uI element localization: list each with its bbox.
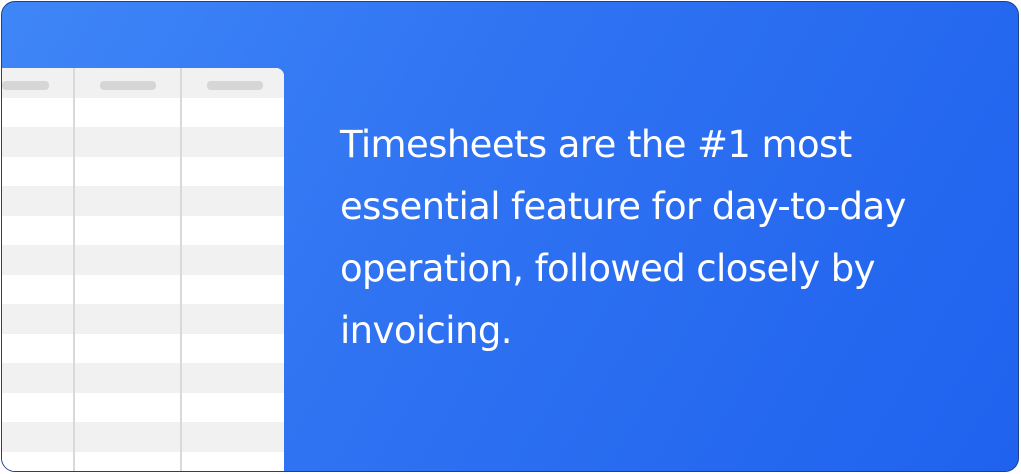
sheet-column-divider <box>73 68 75 471</box>
sheet-row <box>2 156 284 186</box>
sheet-row <box>2 97 284 127</box>
sheet-row <box>2 186 284 216</box>
sheet-column-divider <box>180 68 182 471</box>
stat-quote: Timesheets are the #1 most essential fea… <box>340 123 906 352</box>
sheet-row <box>2 304 284 334</box>
sheet-row <box>2 215 284 245</box>
sheet-row <box>2 363 284 393</box>
sheet-header-placeholder <box>207 81 263 90</box>
stat-card: Timesheets are the #1 most essential fea… <box>1 1 1019 472</box>
sheet-header-placeholder <box>2 81 49 90</box>
sheet-header-placeholder <box>100 81 156 90</box>
sheet-row <box>2 392 284 422</box>
sheet-row <box>2 422 284 452</box>
sheet-row <box>2 245 284 275</box>
sheet-row <box>2 451 284 471</box>
sheet-row <box>2 333 284 363</box>
sheet-row <box>2 127 284 157</box>
spreadsheet-illustration <box>2 68 284 471</box>
sheet-row <box>2 274 284 304</box>
